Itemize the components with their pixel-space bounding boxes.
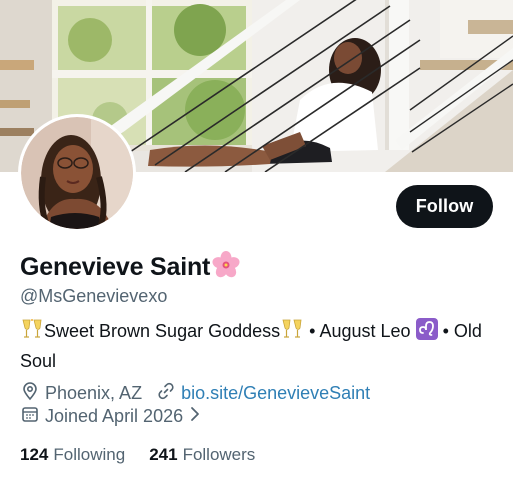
bio-text-2: • August Leo — [309, 321, 411, 341]
location-text: Phoenix, AZ — [45, 382, 143, 403]
following-count: 124 — [20, 445, 49, 464]
followers-count: 241 — [149, 445, 178, 464]
followers-label: Followers — [182, 445, 256, 464]
following-stat[interactable]: 124 Following — [20, 445, 125, 465]
followers-stat[interactable]: 241 Followers — [149, 445, 255, 465]
avatar-photo — [21, 117, 133, 229]
bio: Sweet Brown Sugar Goddess • August Leo •… — [20, 318, 490, 375]
meta-row-location: Phoenix, AZ bio.site/GenevieveSaint — [20, 381, 370, 405]
display-name: Genevieve Saint — [20, 252, 211, 281]
joined-text: Joined April 2026 — [45, 405, 184, 426]
handle: @MsGenevievexo — [20, 286, 168, 306]
meta-row-joined[interactable]: Joined April 2026 — [20, 404, 201, 428]
calendar-icon — [20, 404, 40, 429]
link-icon — [156, 381, 176, 406]
avatar[interactable] — [18, 114, 136, 232]
location-pin-icon — [20, 381, 40, 406]
following-label: Following — [53, 445, 126, 464]
clinking-glasses-emoji — [20, 318, 44, 348]
bio-text-1: Sweet Brown Sugar Goddess — [44, 321, 281, 341]
follow-button[interactable]: Follow — [396, 185, 493, 228]
website-link[interactable]: bio.site/GenevieveSaint — [181, 383, 370, 404]
display-name-row: Genevieve Saint — [20, 250, 240, 284]
clinking-glasses-emoji — [280, 318, 304, 348]
profile-page: Follow Genevieve Saint @MsGenevievexo Sw… — [0, 0, 513, 480]
follow-stats: 124 Following 241 Followers — [20, 443, 255, 467]
leo-zodiac-emoji — [415, 318, 438, 348]
follow-button-label: Follow — [415, 196, 474, 216]
cherry-blossom-emoji — [212, 250, 240, 284]
chevron-right-icon — [189, 406, 201, 427]
